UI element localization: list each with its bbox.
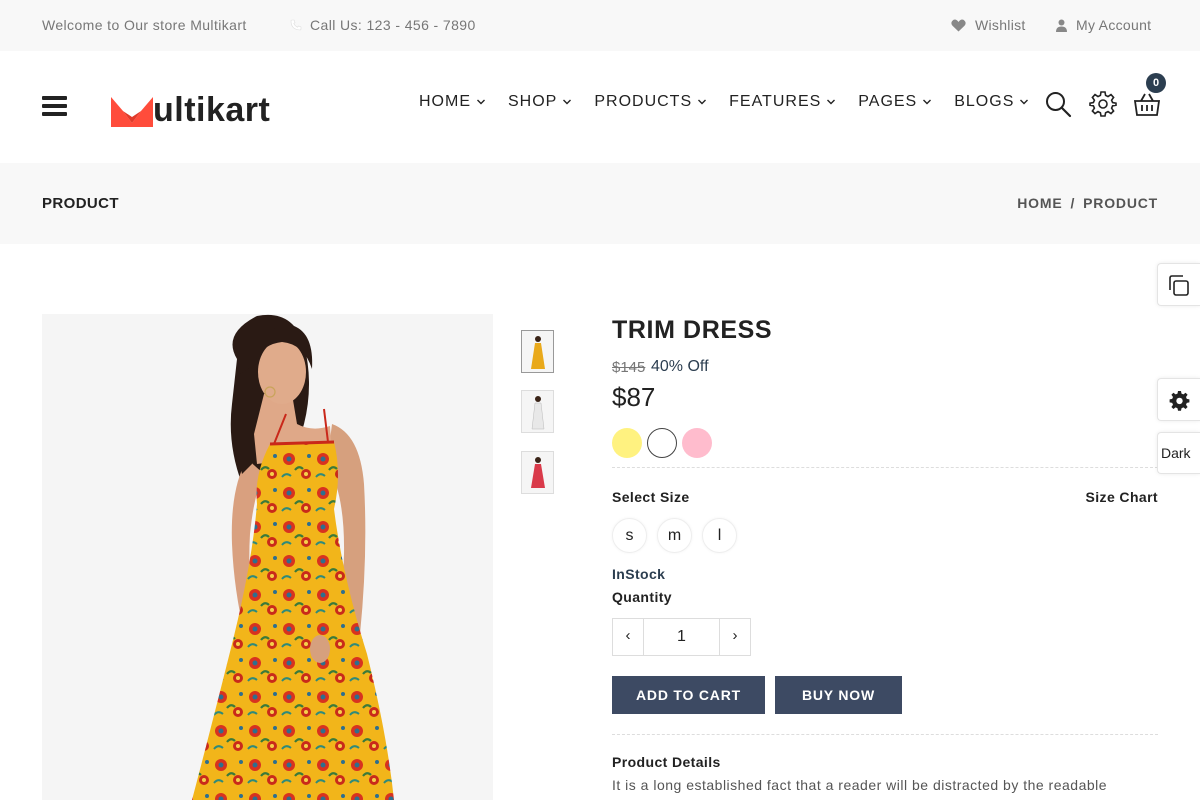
nav-home[interactable]: HOME bbox=[419, 93, 486, 111]
wishlist-link[interactable]: Wishlist bbox=[951, 17, 1026, 33]
product-details-title: Product Details bbox=[612, 754, 721, 770]
copy-widget-button[interactable] bbox=[1157, 263, 1200, 306]
quantity-decrease-button[interactable]: ‹ bbox=[613, 619, 643, 655]
logo-text: ultikart bbox=[153, 91, 271, 129]
chevron-down-icon bbox=[923, 99, 932, 105]
nav-blogs[interactable]: BLOGS bbox=[954, 93, 1029, 111]
nav-label: PRODUCTS bbox=[594, 93, 693, 110]
size-option-s[interactable]: s bbox=[612, 518, 647, 553]
copy-icon bbox=[1169, 275, 1189, 296]
product-title: TRIM DRESS bbox=[612, 316, 773, 344]
thumbnail-image bbox=[522, 331, 553, 372]
settings-widget-button[interactable] bbox=[1157, 378, 1200, 421]
select-size-label: Select Size bbox=[612, 489, 690, 505]
gear-icon bbox=[1169, 391, 1190, 411]
size-option-m[interactable]: m bbox=[657, 518, 692, 553]
gear-icon[interactable] bbox=[1089, 90, 1117, 118]
chevron-down-icon bbox=[827, 99, 836, 105]
dark-mode-label: Dark bbox=[1161, 445, 1191, 461]
phone-contact: Call Us: 123 - 456 - 7890 bbox=[290, 17, 476, 33]
hamburger-menu-icon[interactable] bbox=[42, 96, 67, 116]
color-swatch-white[interactable] bbox=[647, 428, 677, 458]
nav-label: HOME bbox=[419, 93, 471, 110]
chevron-down-icon bbox=[477, 99, 485, 105]
size-chart-link[interactable]: Size Chart bbox=[1086, 489, 1158, 505]
nav-label: FEATURES bbox=[729, 93, 822, 110]
nav-pages[interactable]: PAGES bbox=[858, 93, 932, 111]
main-nav: HOME SHOP PRODUCTS FEATURES PAGES BLOGS bbox=[419, 93, 1029, 111]
nav-products[interactable]: PRODUCTS bbox=[594, 93, 707, 111]
breadcrumb-separator: / bbox=[1070, 195, 1076, 211]
breadcrumb-home-link[interactable]: HOME bbox=[1017, 195, 1062, 211]
account-link[interactable]: My Account bbox=[1056, 17, 1151, 33]
account-label: My Account bbox=[1076, 17, 1152, 33]
color-swatch-pink[interactable] bbox=[682, 428, 712, 458]
add-to-cart-button[interactable]: ADD TO CART bbox=[612, 676, 765, 714]
divider bbox=[612, 734, 1158, 735]
model-dress-illustration bbox=[42, 314, 493, 800]
cart-count-badge: 0 bbox=[1146, 73, 1166, 93]
thumbnail-image bbox=[522, 452, 553, 493]
old-price: $145 bbox=[612, 359, 646, 376]
breadcrumb-section: PRODUCT HOME / PRODUCT bbox=[0, 163, 1200, 244]
thumbnail-image bbox=[522, 391, 553, 432]
product-main-image[interactable] bbox=[42, 314, 493, 800]
quantity-input[interactable]: 1 bbox=[643, 619, 720, 655]
phone-icon bbox=[290, 19, 302, 31]
nav-label: PAGES bbox=[858, 93, 918, 110]
wishlist-label: Wishlist bbox=[975, 17, 1026, 33]
nav-shop[interactable]: SHOP bbox=[508, 93, 572, 111]
stock-status: InStock bbox=[612, 566, 666, 582]
page-title: PRODUCT bbox=[42, 195, 119, 212]
breadcrumb-current: PRODUCT bbox=[1083, 195, 1158, 211]
quantity-increase-button[interactable]: › bbox=[720, 619, 750, 655]
chevron-down-icon bbox=[563, 99, 572, 105]
logo-m-mark bbox=[111, 97, 153, 127]
product-details-text: It is a long established fact that a rea… bbox=[612, 777, 1108, 793]
welcome-text: Welcome to Our store Multikart bbox=[42, 17, 247, 33]
nav-label: SHOP bbox=[508, 93, 558, 110]
shopping-basket-icon[interactable] bbox=[1133, 90, 1161, 118]
search-icon[interactable] bbox=[1044, 90, 1072, 118]
phone-text: Call Us: 123 - 456 - 7890 bbox=[310, 17, 476, 33]
thumbnail-pink[interactable] bbox=[521, 451, 554, 494]
nav-label: BLOGS bbox=[954, 93, 1015, 110]
quantity-label: Quantity bbox=[612, 589, 672, 605]
size-option-l[interactable]: l bbox=[702, 518, 737, 553]
discount-label: 40% Off bbox=[651, 358, 709, 375]
color-swatch-yellow[interactable] bbox=[612, 428, 642, 458]
main-header: ultikart HOME SHOP PRODUCTS FEATURES PAG… bbox=[0, 51, 1200, 163]
thumbnail-yellow[interactable] bbox=[521, 330, 554, 373]
heart-icon bbox=[951, 19, 966, 31]
thumbnail-white[interactable] bbox=[521, 390, 554, 433]
user-icon bbox=[1056, 19, 1067, 32]
logo[interactable]: ultikart bbox=[111, 87, 270, 127]
chevron-down-icon bbox=[1020, 99, 1029, 105]
divider bbox=[612, 467, 1158, 468]
nav-features[interactable]: FEATURES bbox=[729, 93, 836, 111]
product-price: $87 bbox=[612, 382, 656, 412]
chevron-down-icon bbox=[698, 99, 707, 105]
buy-now-button[interactable]: BUY NOW bbox=[775, 676, 902, 714]
breadcrumb: HOME / PRODUCT bbox=[1017, 195, 1158, 211]
quantity-stepper: ‹ 1 › bbox=[612, 618, 751, 656]
top-bar: Welcome to Our store Multikart Call Us: … bbox=[0, 0, 1200, 51]
